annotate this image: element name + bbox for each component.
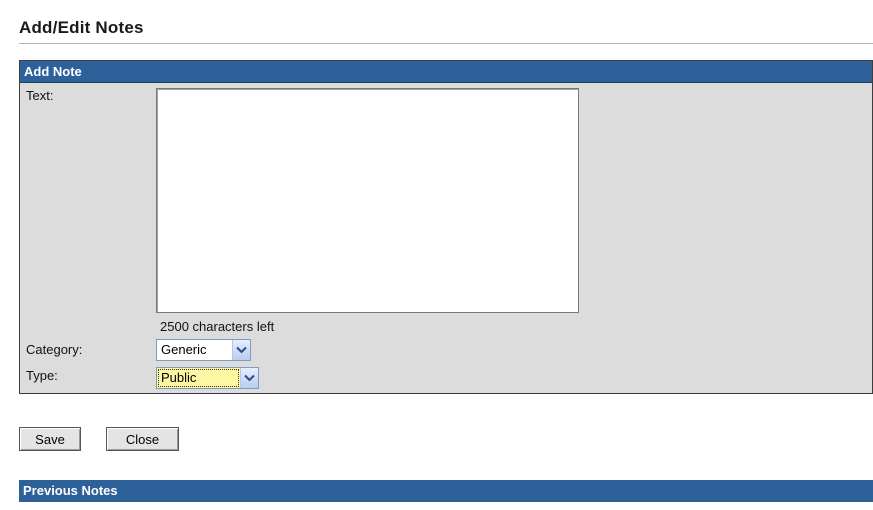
category-selected-value: Generic: [161, 342, 207, 357]
note-text-input[interactable]: [156, 88, 579, 313]
type-label: Type:: [26, 368, 58, 383]
close-button[interactable]: Close: [106, 427, 179, 451]
category-label: Category:: [26, 342, 83, 357]
previous-notes-header: Previous Notes: [19, 480, 873, 502]
text-label: Text:: [26, 88, 54, 103]
type-select[interactable]: Public: [156, 367, 259, 389]
add-note-panel: Add Note Text: 2500 characters left Cate…: [19, 60, 873, 394]
type-dropdown-button[interactable]: [240, 368, 258, 388]
type-selected-value: Public: [157, 368, 240, 388]
category-dropdown-button[interactable]: [232, 340, 250, 360]
add-note-header: Add Note: [20, 61, 872, 83]
page-title: Add/Edit Notes: [19, 18, 144, 37]
category-select[interactable]: Generic: [156, 339, 251, 361]
chevron-down-icon: [236, 346, 247, 354]
chevron-down-icon: [244, 374, 255, 382]
characters-left-counter: 2500 characters left: [160, 319, 275, 334]
save-button[interactable]: Save: [19, 427, 81, 451]
title-divider: [19, 43, 873, 44]
